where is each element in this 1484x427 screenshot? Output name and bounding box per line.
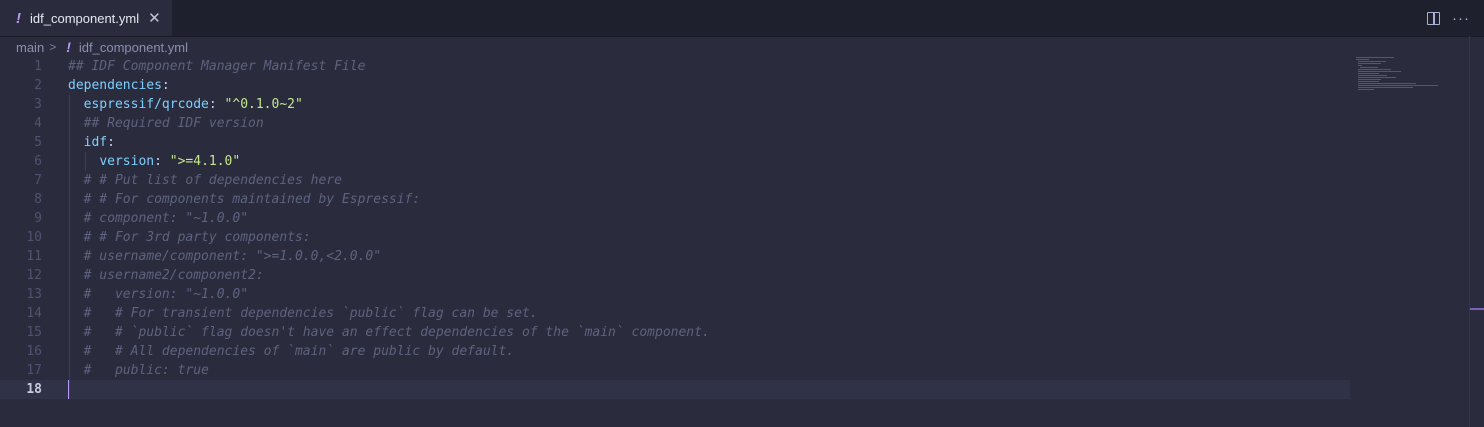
line-number: 13 bbox=[26, 287, 42, 302]
minimap-line bbox=[1360, 67, 1378, 68]
code-text: # username/component: ">=1.0.0,<2.0.0" bbox=[83, 249, 382, 264]
code-line[interactable]: 11 # username/component: ">=1.0.0,<2.0.0… bbox=[0, 247, 1350, 266]
minimap-line bbox=[1358, 85, 1438, 86]
code-line[interactable]: 1 ## IDF Component Manager Manifest File bbox=[0, 57, 1350, 76]
line-number: 18 bbox=[26, 382, 42, 397]
code-text: # # For 3rd party components: bbox=[83, 230, 311, 245]
code-text: # # `public` flag doesn't have an effect… bbox=[83, 325, 710, 340]
editor-actions: ··· bbox=[1427, 0, 1470, 36]
code-text: # component: "~1.0.0" bbox=[83, 211, 249, 226]
code-text: # username2/component2: bbox=[83, 268, 264, 283]
line-number: 7 bbox=[34, 173, 42, 188]
code-text: # # All dependencies of `main` are publi… bbox=[83, 344, 515, 359]
line-number: 3 bbox=[34, 97, 42, 112]
code-line[interactable]: 13 # version: "~1.0.0" bbox=[0, 285, 1350, 304]
code-text: version: ">=4.1.0" bbox=[99, 154, 241, 169]
code-text: idf: bbox=[83, 135, 115, 150]
code-line[interactable]: 7 # # Put list of dependencies here bbox=[0, 171, 1350, 190]
minimap-line bbox=[1358, 81, 1379, 82]
more-actions-icon[interactable]: ··· bbox=[1452, 11, 1470, 26]
code-text: dependencies: bbox=[68, 78, 170, 93]
minimap-line bbox=[1358, 61, 1386, 62]
code-line[interactable]: 6 version: ">=4.1.0" bbox=[0, 152, 1350, 171]
line-number: 10 bbox=[26, 230, 42, 245]
line-number: 15 bbox=[26, 325, 42, 340]
code-line[interactable]: 5 idf: bbox=[0, 133, 1350, 152]
tab-idf-component-yml[interactable]: ! idf_component.yml ✕ bbox=[0, 0, 172, 36]
scrollbar-position-marker bbox=[1470, 308, 1484, 310]
minimap-line bbox=[1358, 77, 1396, 78]
minimap-line bbox=[1358, 79, 1381, 80]
code-line[interactable]: 2 dependencies: bbox=[0, 76, 1350, 95]
code-text: espressif/qrcode: "^0.1.0~2" bbox=[83, 97, 303, 112]
code-text: ## IDF Component Manager Manifest File bbox=[68, 59, 366, 74]
code-line[interactable]: 17 # public: true bbox=[0, 361, 1350, 380]
minimap-line bbox=[1358, 63, 1381, 64]
line-number: 12 bbox=[26, 268, 42, 283]
line-number: 6 bbox=[34, 154, 42, 169]
vertical-scrollbar[interactable] bbox=[1469, 36, 1484, 427]
yaml-warning-icon: ! bbox=[16, 9, 21, 27]
code-line[interactable]: 15 # # `public` flag doesn't have an eff… bbox=[0, 323, 1350, 342]
breadcrumb: main > ! idf_component.yml bbox=[16, 36, 188, 58]
line-number: 17 bbox=[26, 363, 42, 378]
code-line[interactable]: 12 # username2/component2: bbox=[0, 266, 1350, 285]
code-line[interactable]: 9 # component: "~1.0.0" bbox=[0, 209, 1350, 228]
code-text: # public: true bbox=[83, 363, 209, 378]
minimap-line bbox=[1358, 75, 1387, 76]
minimap-line bbox=[1358, 83, 1416, 84]
minimap[interactable] bbox=[1356, 57, 1456, 97]
breadcrumb-file[interactable]: idf_component.yml bbox=[79, 40, 188, 55]
code-text: # # For transient dependencies `public` … bbox=[83, 306, 538, 321]
line-number: 8 bbox=[34, 192, 42, 207]
line-number: 1 bbox=[34, 59, 42, 74]
minimap-line bbox=[1358, 89, 1374, 90]
code-line[interactable]: 14 # # For transient dependencies `publi… bbox=[0, 304, 1350, 323]
code-text: # version: "~1.0.0" bbox=[83, 287, 249, 302]
chevron-right-icon: > bbox=[49, 40, 57, 54]
close-icon[interactable]: ✕ bbox=[148, 9, 161, 27]
line-number: 9 bbox=[34, 211, 42, 226]
indent-guide bbox=[85, 152, 86, 171]
line-number: 16 bbox=[26, 344, 42, 359]
line-number: 4 bbox=[34, 116, 42, 131]
tab-bar: ! idf_component.yml ✕ ··· bbox=[0, 0, 1484, 37]
code-line[interactable]: 8 # # For components maintained by Espre… bbox=[0, 190, 1350, 209]
minimap-line bbox=[1358, 73, 1379, 74]
line-number: 2 bbox=[34, 78, 42, 93]
tab-label: idf_component.yml bbox=[30, 10, 140, 26]
minimap-line bbox=[1358, 65, 1362, 66]
code-text: # # For components maintained by Espress… bbox=[83, 192, 421, 207]
split-editor-icon[interactable] bbox=[1427, 11, 1440, 25]
yaml-file-icon: ! bbox=[66, 39, 71, 55]
minimap-line bbox=[1358, 71, 1401, 72]
line-number: 5 bbox=[34, 135, 42, 150]
code-text: ## Required IDF version bbox=[83, 116, 264, 131]
code-line[interactable]: 4 ## Required IDF version bbox=[0, 114, 1350, 133]
minimap-line bbox=[1356, 57, 1394, 58]
minimap-line bbox=[1358, 69, 1391, 70]
minimap-line bbox=[1358, 87, 1413, 88]
indent-guide bbox=[69, 95, 70, 399]
code-line[interactable]: 3 espressif/qrcode: "^0.1.0~2" bbox=[0, 95, 1350, 114]
code-line[interactable]: 16 # # All dependencies of `main` are pu… bbox=[0, 342, 1350, 361]
code-line[interactable]: 10 # # For 3rd party components: bbox=[0, 228, 1350, 247]
line-number: 11 bbox=[26, 249, 42, 264]
code-line[interactable]: 18 bbox=[0, 380, 1350, 399]
breadcrumb-folder[interactable]: main bbox=[16, 40, 44, 55]
code-text: # # Put list of dependencies here bbox=[83, 173, 342, 188]
line-number: 14 bbox=[26, 306, 42, 321]
code-editor[interactable]: 1 ## IDF Component Manager Manifest File 2… bbox=[0, 57, 1484, 427]
minimap-line bbox=[1356, 59, 1369, 60]
